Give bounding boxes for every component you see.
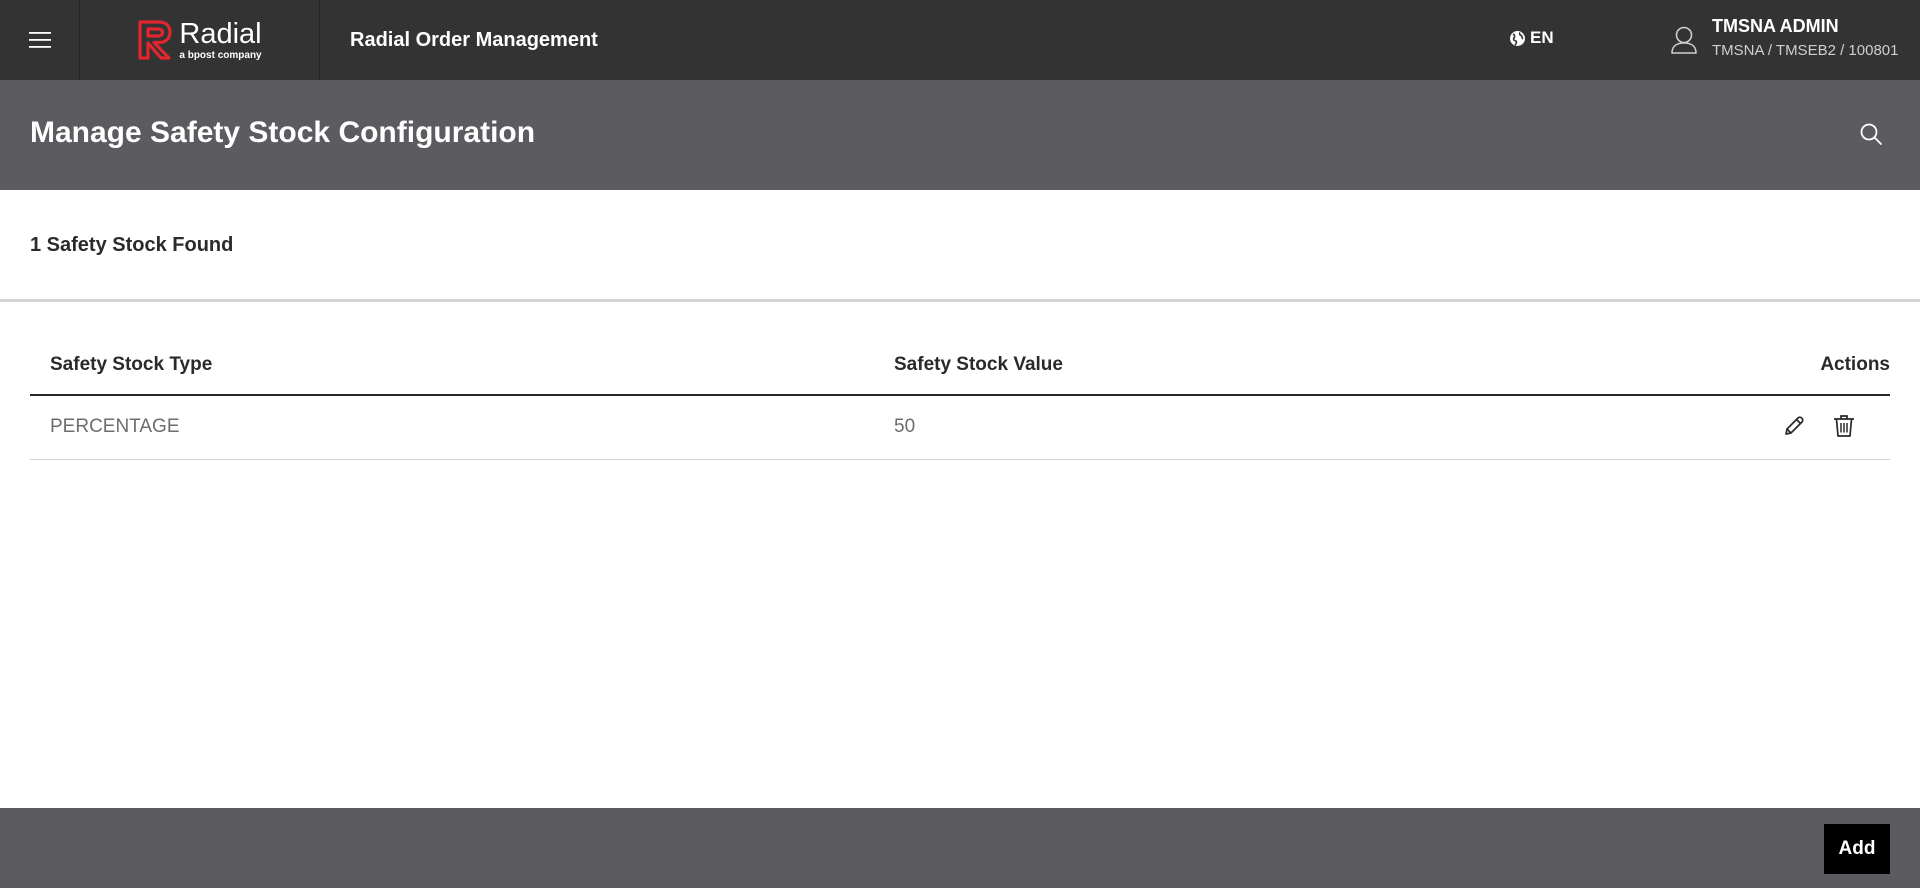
cell-safety-stock-type: PERCENTAGE <box>50 416 180 437</box>
edit-button[interactable] <box>1782 414 1806 443</box>
radial-logo-mark-icon <box>138 20 172 60</box>
main-menu-button[interactable] <box>0 0 80 80</box>
user-profile-button[interactable] <box>1670 25 1698 60</box>
radial-logo[interactable]: Radial a bpost company <box>80 0 320 80</box>
column-header-type: Safety Stock Type <box>50 354 213 375</box>
delete-button[interactable] <box>1833 414 1855 443</box>
logo-tagline: a bpost company <box>179 49 262 61</box>
globe-icon <box>1510 30 1525 46</box>
page-header: Manage Safety Stock Configuration <box>0 80 1920 190</box>
page-title: Manage Safety Stock Configuration <box>30 116 536 149</box>
app-title: Radial Order Management <box>350 28 598 51</box>
trash-icon <box>1834 415 1854 437</box>
user-info[interactable]: TMSNA ADMIN TMSNA / TMSEB2 / 100801 <box>1712 16 1898 60</box>
search-icon <box>1860 123 1882 145</box>
hamburger-menu-icon <box>28 32 51 48</box>
column-header-actions: Actions <box>1820 354 1890 375</box>
add-button[interactable]: Add <box>1824 824 1890 874</box>
edit-icon <box>1785 416 1804 435</box>
top-navigation-bar: Radial a bpost company Radial Order Mana… <box>0 0 1920 80</box>
language-label: EN <box>1530 28 1554 47</box>
safety-stock-table: Safety Stock Type Safety Stock Value Act… <box>30 336 1890 460</box>
user-icon <box>1671 26 1697 54</box>
results-count: 1 Safety Stock Found <box>30 234 234 256</box>
cell-safety-stock-value: 50 <box>894 416 916 437</box>
search-button[interactable] <box>1859 122 1883 151</box>
page-footer: Add <box>0 808 1920 888</box>
column-header-value: Safety Stock Value <box>894 354 1063 375</box>
table-row: PERCENTAGE 50 <box>30 396 1890 460</box>
logo-name: Radial <box>179 17 262 50</box>
results-summary: 1 Safety Stock Found <box>0 190 1920 302</box>
language-selector[interactable]: EN <box>1509 28 1554 48</box>
user-organization: TMSNA / TMSEB2 / 100801 <box>1712 41 1899 59</box>
user-name: TMSNA ADMIN <box>1712 16 1839 36</box>
table-header: Safety Stock Type Safety Stock Value Act… <box>30 336 1890 396</box>
